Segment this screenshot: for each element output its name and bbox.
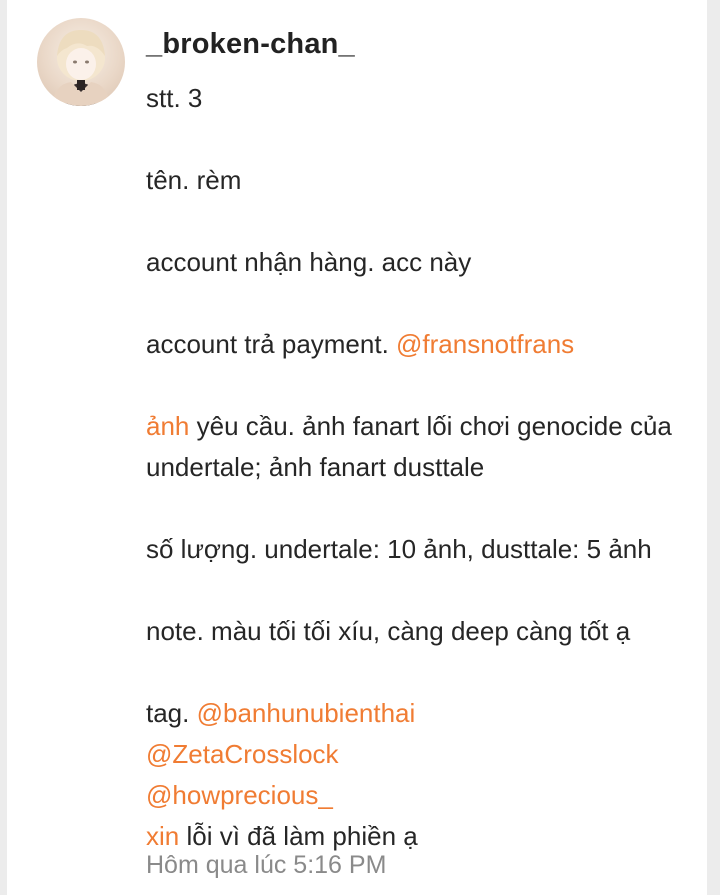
account-tra-label: account trả payment. bbox=[146, 329, 397, 359]
anh-line-2: undertale; ảnh fanart dusttale bbox=[146, 452, 485, 482]
tag-line: tag. @banhunubienthai bbox=[146, 693, 706, 734]
timestamp: Hôm qua lúc 5:16 PM bbox=[146, 851, 387, 879]
mention-howprecious[interactable]: @howprecious_ bbox=[146, 775, 706, 816]
mention-zetacrosslock[interactable]: @ZetaCrosslock bbox=[146, 734, 706, 775]
mention-banhunubienthai[interactable]: @banhunubienthai bbox=[197, 698, 416, 728]
comment-body: stt. 3 tên. rèm account nhận hàng. acc n… bbox=[146, 78, 706, 857]
note-line: note. màu tối tối xíu, càng deep càng tố… bbox=[146, 616, 631, 646]
anh-rest: yêu cầu. ảnh fanart lối chơi genocide củ… bbox=[189, 411, 672, 441]
account-tra-line: account trả payment. @fransnotfrans bbox=[146, 324, 706, 365]
account-nhan-line: account nhận hàng. acc này bbox=[146, 247, 472, 277]
ten-line: tên. rèm bbox=[146, 165, 242, 195]
avatar-image bbox=[51, 30, 111, 106]
stt-line: stt. 3 bbox=[146, 83, 203, 113]
xin-rest: lỗi vì đã làm phiền ạ bbox=[179, 821, 418, 851]
avatar[interactable] bbox=[37, 18, 125, 106]
anh-link[interactable]: ảnh bbox=[146, 411, 189, 441]
mention-fransnotfrans[interactable]: @fransnotfrans bbox=[396, 329, 574, 359]
username[interactable]: _broken-chan_ bbox=[146, 28, 355, 61]
tag-label: tag. bbox=[146, 698, 197, 728]
xin-link[interactable]: xin bbox=[146, 821, 179, 851]
anh-line: ảnh yêu cầu. ảnh fanart lối chơi genocid… bbox=[146, 406, 706, 447]
so-luong-line: số lượng. undertale: 10 ảnh, dusttale: 5… bbox=[146, 534, 652, 564]
comment-card: _broken-chan_ stt. 3 tên. rèm account nh… bbox=[7, 0, 707, 895]
